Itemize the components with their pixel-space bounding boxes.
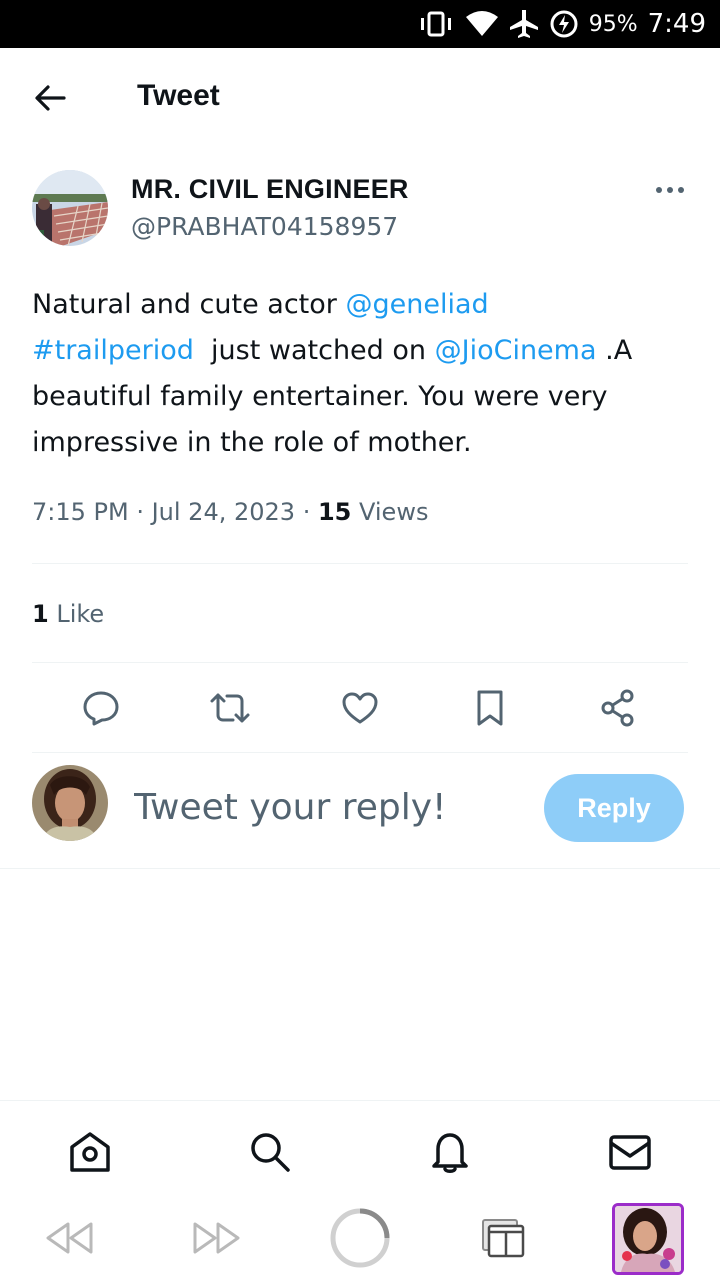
battery-charging-icon: [549, 9, 579, 39]
reload-button[interactable]: [320, 1206, 400, 1270]
like-button[interactable]: [338, 686, 382, 730]
likes-label: Like: [56, 600, 105, 628]
rewind-icon: [46, 1222, 93, 1254]
bottom-nav-divider: [0, 1100, 720, 1101]
search-icon: [251, 1133, 290, 1172]
likes-link[interactable]: 1 Like: [32, 600, 104, 628]
divider: [0, 868, 720, 869]
nav-notifications[interactable]: [426, 1128, 474, 1176]
status-icons: 95% 7:49: [417, 0, 706, 48]
like-icon: [342, 692, 378, 724]
header: Tweet: [0, 48, 720, 146]
status-bar: 95% 7:49: [0, 0, 720, 48]
retweet-icon: [210, 693, 250, 723]
nav-messages[interactable]: [606, 1128, 654, 1176]
fast-forward-icon: [193, 1222, 240, 1254]
bottom-nav: [0, 1102, 720, 1196]
airplane-icon: [509, 9, 539, 39]
tweet-text: Natural and cute actor @geneliad #trailpe…: [32, 282, 692, 466]
tweet-date: Jul 24, 2023: [151, 498, 296, 526]
views-count: 15: [317, 498, 352, 526]
bookmark-icon: [477, 690, 503, 726]
divider: [32, 563, 688, 564]
likes-count: 1: [32, 600, 49, 628]
tabs-button[interactable]: [464, 1206, 544, 1270]
reply-button[interactable]: [79, 686, 123, 730]
home-icon: [70, 1132, 110, 1172]
retweet-button[interactable]: [208, 686, 252, 730]
author-name[interactable]: MR. CIVIL ENGINEER: [131, 174, 409, 205]
tweet-time: 7:15 PM: [32, 498, 129, 526]
tweet-text-part: Natural and cute actor: [32, 289, 346, 320]
battery-percent: 95%: [588, 11, 638, 37]
page-title: Tweet: [137, 79, 220, 112]
wifi-icon: [465, 11, 499, 37]
tweet-meta: 7:15 PM · Jul 24, 2023 · 15 Views: [32, 498, 429, 526]
mention-link[interactable]: @geneliad: [345, 289, 488, 320]
app-thumbnail[interactable]: [612, 1203, 684, 1275]
arrow-left-icon: [35, 85, 66, 111]
divider: [32, 752, 688, 753]
notifications-icon: [432, 1133, 468, 1173]
back-button[interactable]: [28, 78, 72, 118]
author-avatar[interactable]: [32, 170, 108, 246]
reply-submit-button[interactable]: Reply: [544, 774, 684, 842]
messages-icon: [609, 1135, 651, 1170]
clock: 7:49: [647, 9, 706, 39]
bookmark-button[interactable]: [468, 686, 512, 730]
hashtag-link[interactable]: #trailperiod: [32, 335, 194, 366]
nav-home[interactable]: [66, 1128, 114, 1176]
vibrate-icon: [417, 10, 455, 38]
reply-input[interactable]: [134, 780, 514, 834]
system-bar: [0, 1196, 720, 1280]
share-button[interactable]: [596, 686, 640, 730]
author-handle[interactable]: @PRABHAT04158957: [131, 212, 398, 241]
nav-search[interactable]: [246, 1128, 294, 1176]
rewind-button[interactable]: [30, 1206, 110, 1270]
tabs-icon: [482, 1219, 525, 1258]
tweet-text-part: just watched on: [193, 335, 435, 366]
reply-icon: [83, 691, 119, 726]
divider: [32, 662, 688, 663]
user-avatar[interactable]: [32, 765, 108, 841]
views-label: Views: [359, 498, 429, 526]
tweet-actions: [0, 686, 720, 732]
mention-link[interactable]: @JioCinema: [435, 335, 597, 366]
loading-spinner-icon: [330, 1208, 390, 1268]
more-options-button[interactable]: [652, 178, 688, 202]
fast-forward-button[interactable]: [176, 1206, 256, 1270]
share-icon: [601, 689, 634, 727]
more-dots-icon: [656, 187, 684, 193]
